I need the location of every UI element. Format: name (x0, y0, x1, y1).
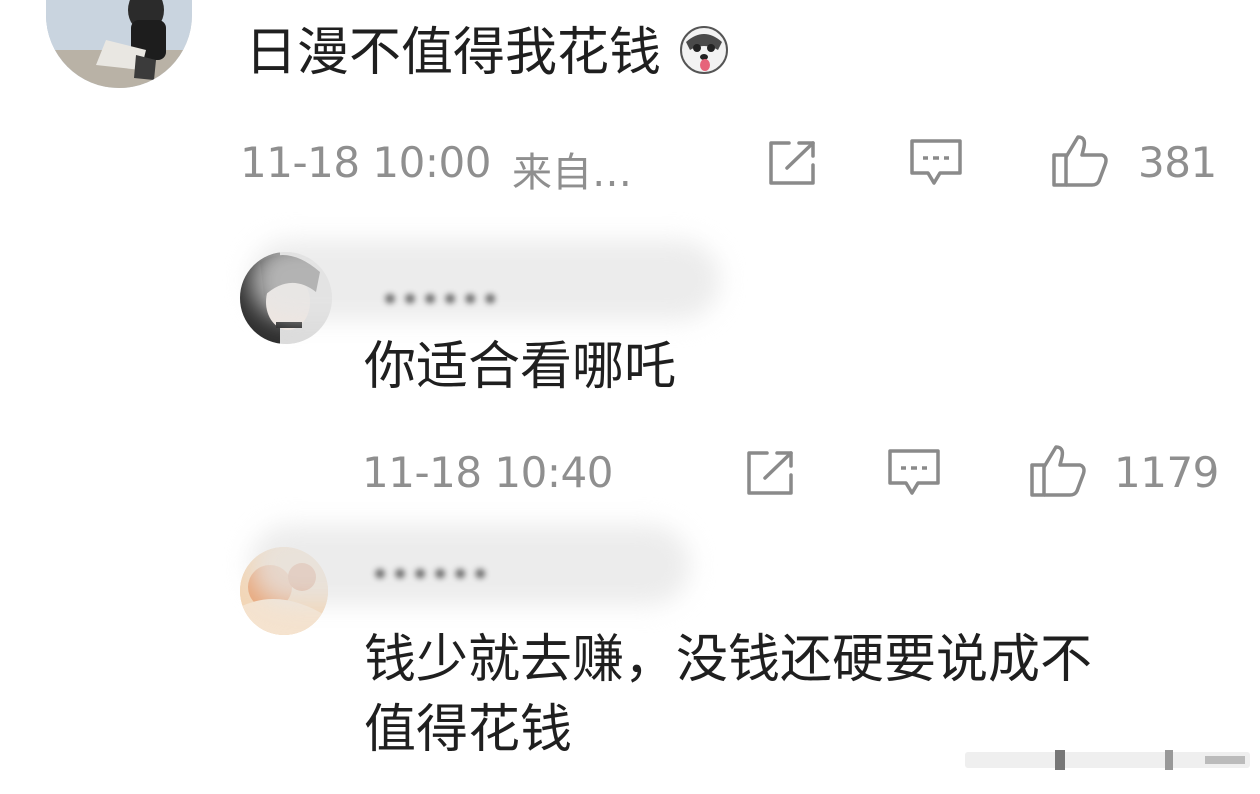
comment-2: •••••• 你适合看哪吒 11-18 10:40 1179 (0, 230, 1260, 520)
comment-time: 11-18 10:40 (362, 448, 613, 497)
comment-1: 日漫不值得我花钱 11-18 10:00 来自… 381 (0, 0, 1260, 200)
comment-time: 11-18 10:00 (240, 138, 491, 187)
comment-text: 你适合看哪吒 (364, 337, 677, 397)
comment-icon (888, 449, 940, 495)
comment-source[interactable]: 来自… (512, 140, 632, 198)
thumbs-up-icon (1052, 135, 1108, 187)
share-icon (747, 451, 793, 495)
avatar-image-icon (46, 0, 192, 88)
like-button[interactable] (1050, 133, 1110, 189)
like-button[interactable] (1028, 443, 1088, 499)
comment-button[interactable] (884, 445, 944, 501)
comment-meta: 11-18 10:40 1179 (0, 445, 1260, 505)
watermark (965, 748, 1250, 772)
username[interactable]: •••••• (370, 555, 490, 595)
share-button[interactable] (762, 135, 822, 191)
comment-text: 钱少就去赚，没钱还硬要说成不 值得花钱 (364, 625, 1092, 765)
share-icon (769, 141, 815, 185)
comment-button[interactable] (906, 135, 966, 191)
husky-face-icon (678, 24, 730, 76)
share-button[interactable] (740, 445, 800, 501)
username[interactable]: •••••• (380, 280, 500, 320)
avatar[interactable] (46, 0, 192, 88)
comment-meta: 11-18 10:00 来自… 381 (0, 133, 1260, 198)
like-count: 1179 (1114, 448, 1219, 497)
comment-text: 日漫不值得我花钱 (245, 22, 730, 84)
thumbs-up-icon (1030, 445, 1086, 497)
comment-icon (910, 139, 962, 185)
comment-text-content: 日漫不值得我花钱 (245, 23, 662, 83)
comment-text-line-1: 钱少就去赚，没钱还硬要说成不 (364, 630, 1093, 690)
like-count: 381 (1138, 138, 1217, 187)
